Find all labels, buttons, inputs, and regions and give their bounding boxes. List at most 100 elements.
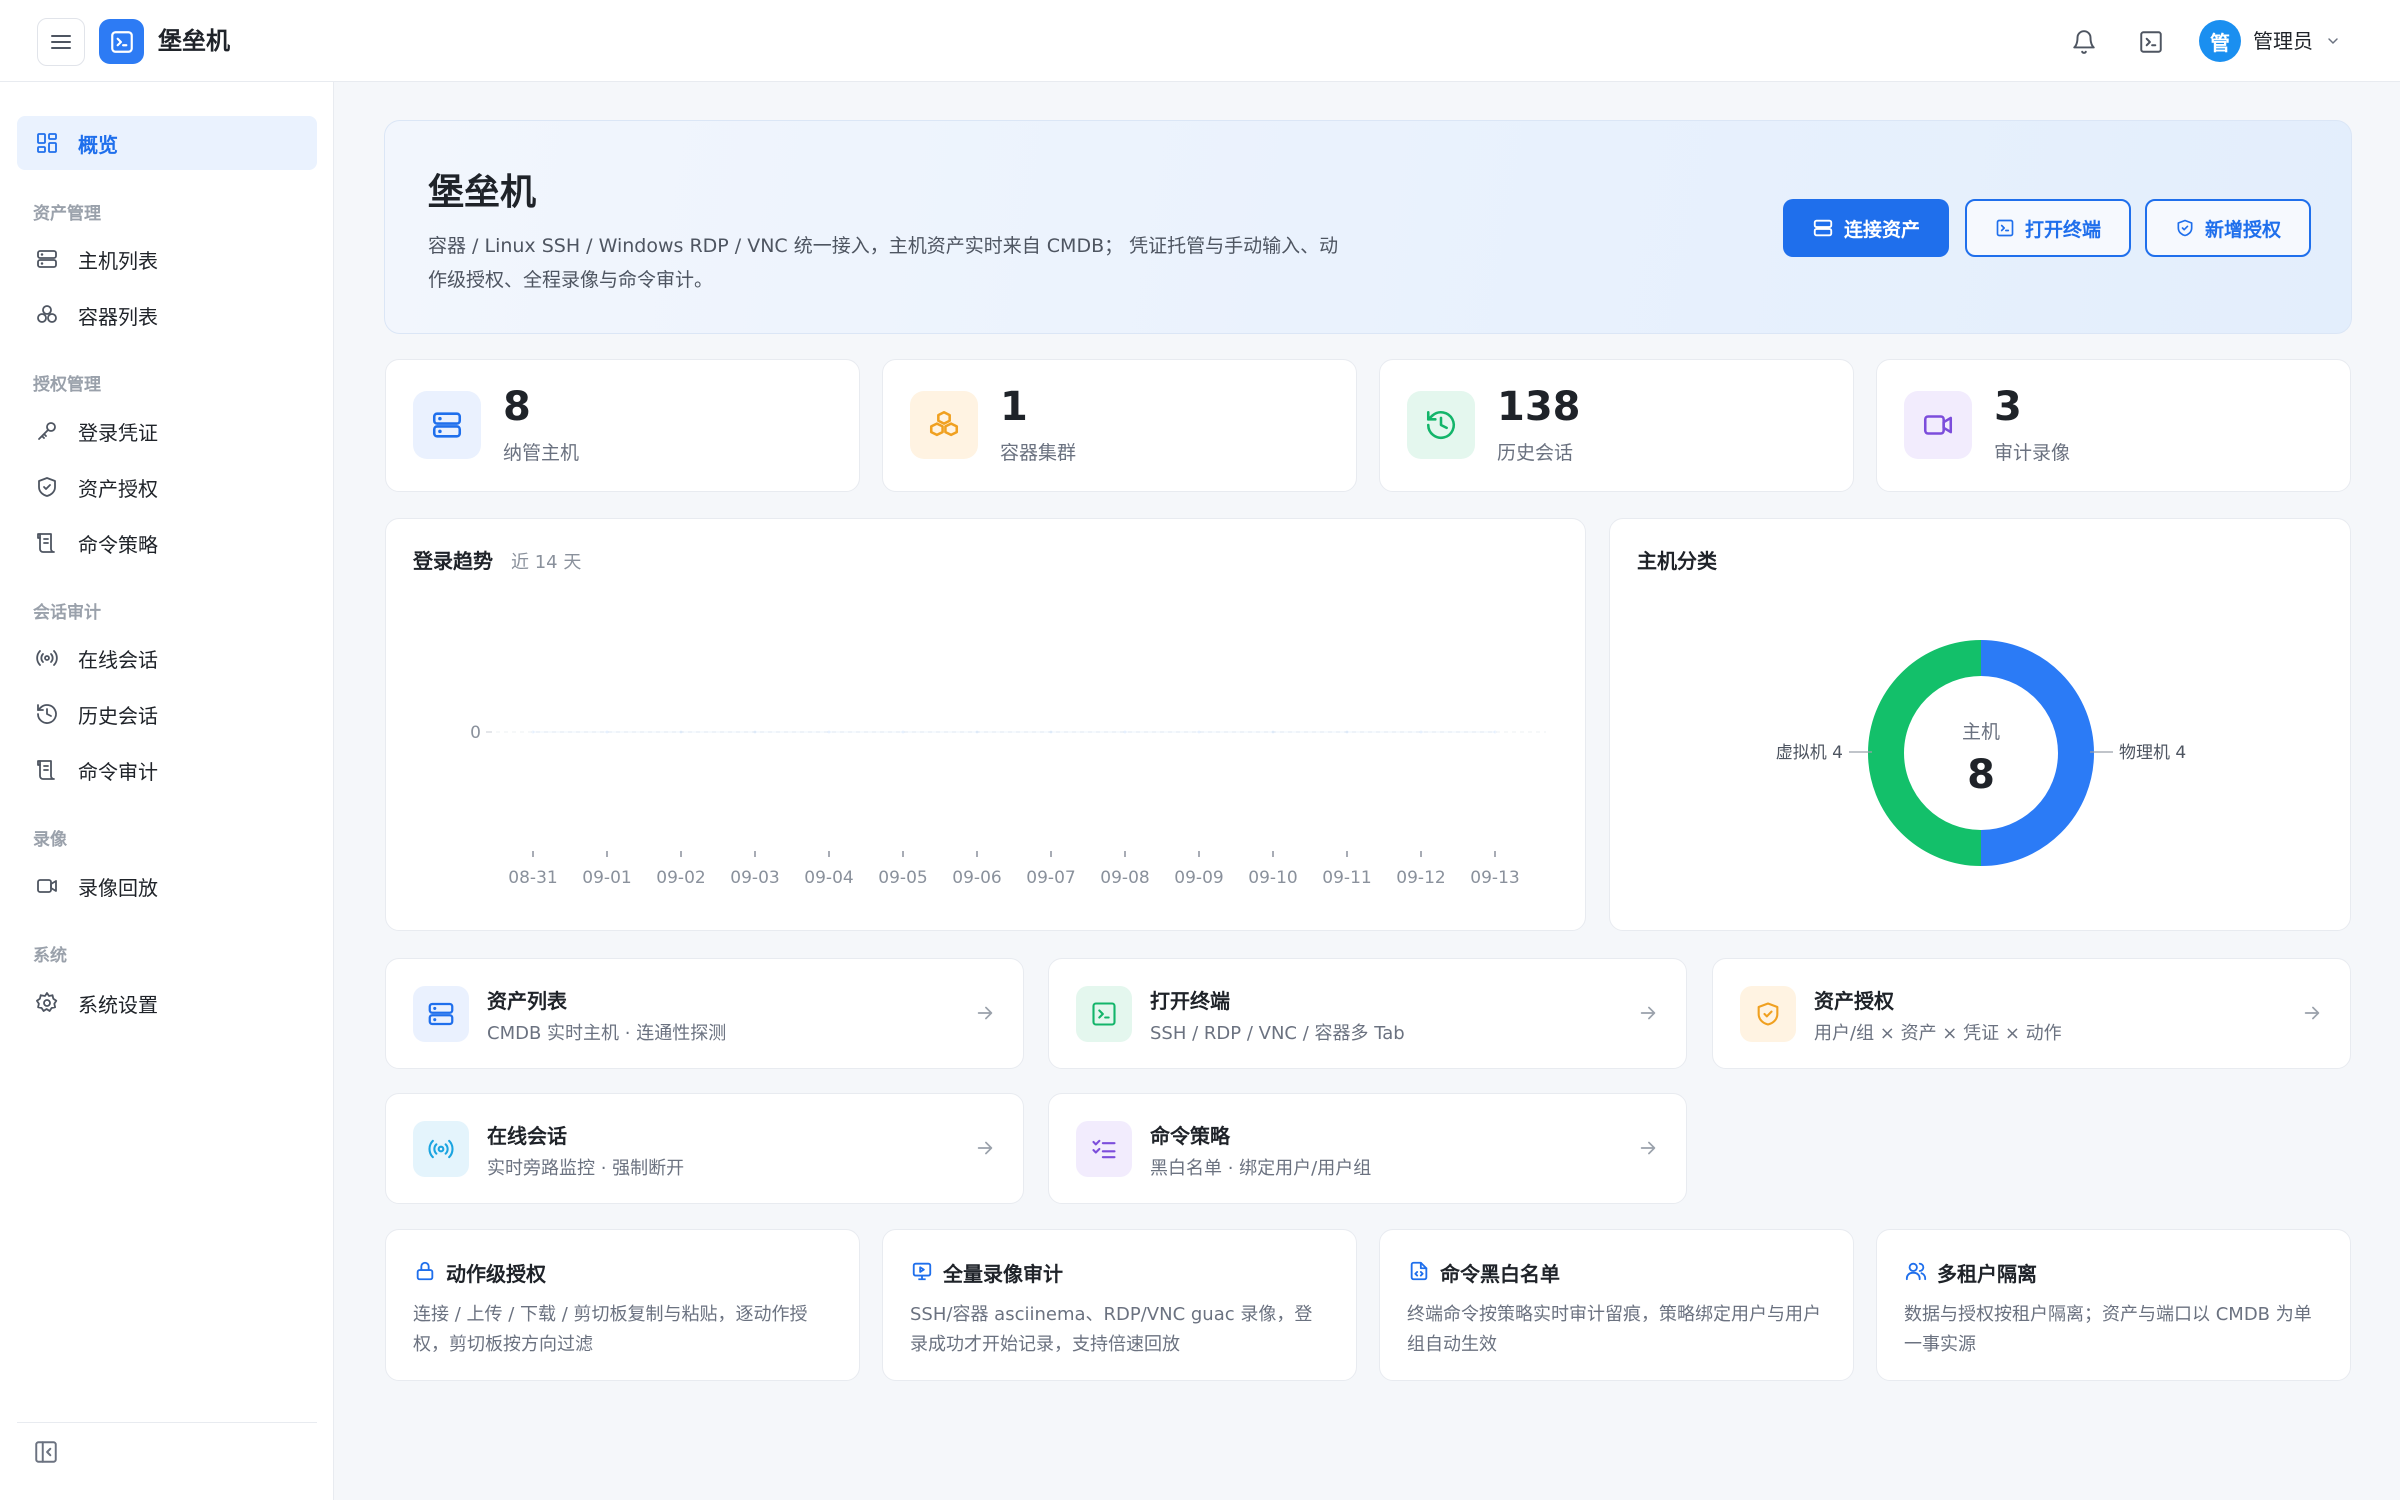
quicklink-cmd-policy[interactable]: 命令策略 黑白名单 · 绑定用户/用户组	[1048, 1093, 1687, 1204]
server-icon	[34, 246, 60, 272]
quicklink-title: 资产列表	[487, 989, 567, 1013]
stat-card-hosts[interactable]: 8 纳管主机	[385, 359, 860, 492]
host-category-chart: 主机 8 虚拟机 4 物理机 4	[1776, 640, 2186, 866]
open-terminal-label: 打开终端	[2024, 218, 2101, 241]
nav-group-system: 系统	[33, 946, 67, 966]
x-tick-label: 09-12	[1396, 868, 1445, 888]
menu-toggle-button[interactable]	[37, 18, 85, 66]
sidebar-item-label: 概览	[78, 132, 118, 157]
stat-value: 138	[1497, 384, 1581, 430]
sidebar-item-label: 登录凭证	[78, 420, 158, 445]
sidebar-item-label: 主机列表	[78, 248, 158, 273]
app-title: 堡垒机	[158, 27, 230, 55]
user-name[interactable]: 管理员	[2253, 28, 2313, 54]
stat-value: 8	[503, 384, 531, 430]
sidebar-item-credential[interactable]: 登录凭证	[17, 404, 317, 458]
feature-description: 终端命令按策略实时审计留痕，策略绑定用户与用户组自动生效	[1407, 1304, 1821, 1355]
monitor-play-icon	[910, 1259, 934, 1283]
nav-group-auth: 授权管理	[33, 375, 101, 395]
quicklink-subtitle: SSH / RDP / VNC / 容器多 Tab	[1150, 1023, 1405, 1044]
stat-label: 容器集群	[1000, 442, 1077, 464]
nav-group-session: 会话审计	[33, 603, 101, 623]
data-point	[1271, 730, 1275, 734]
boxes-icon	[34, 302, 60, 328]
sidebar-item-asset-auth[interactable]: 资产授权	[17, 460, 317, 514]
add-auth-button[interactable]: 新增授权	[2145, 199, 2311, 257]
sidebar-item-history-session[interactable]: 历史会话	[17, 687, 317, 741]
data-point	[605, 730, 609, 734]
quicklink-open-terminal[interactable]: 打开终端 SSH / RDP / VNC / 容器多 Tab	[1048, 958, 1687, 1069]
history-icon	[1407, 391, 1475, 459]
quicklink-subtitle: CMDB 实时主机 · 连通性探测	[487, 1023, 727, 1044]
x-tick-label: 09-10	[1248, 868, 1297, 888]
data-point	[1419, 730, 1423, 734]
sidebar-collapse-icon[interactable]	[33, 1439, 59, 1465]
server-icon	[413, 986, 469, 1042]
x-tick-label: 09-01	[582, 868, 631, 888]
quicklink-subtitle: 用户/组 × 资产 × 凭证 × 动作	[1814, 1023, 2062, 1044]
sidebar-divider	[17, 1422, 317, 1423]
stat-card-clusters[interactable]: 1 容器集群	[882, 359, 1357, 492]
stat-value: 1	[1000, 384, 1028, 430]
bell-icon	[2073, 30, 2095, 54]
sidebar-item-label: 录像回放	[78, 875, 158, 900]
app-logo[interactable]	[99, 19, 144, 64]
quicklink-asset-list[interactable]: 资产列表 CMDB 实时主机 · 连通性探测	[385, 958, 1024, 1069]
open-terminal-button[interactable]: 打开终端	[1965, 199, 2131, 257]
connect-asset-button[interactable]: 连接资产	[1783, 199, 1949, 257]
data-point	[1049, 730, 1053, 734]
quicklink-subtitle: 实时旁路监控 · 强制断开	[487, 1158, 685, 1179]
arrow-right-icon	[977, 1006, 993, 1020]
boxes-icon	[910, 391, 978, 459]
feature-title: 多租户隔离	[1937, 1262, 2037, 1286]
x-tick-label: 09-13	[1470, 868, 1519, 888]
sidebar-item-overview[interactable]: 概览	[17, 116, 317, 170]
feature-title: 全量录像审计	[943, 1262, 1063, 1286]
server-icon	[413, 391, 481, 459]
terminal-shortcut-button[interactable]	[2133, 24, 2169, 60]
video-icon	[1904, 391, 1972, 459]
quicklink-online-session[interactable]: 在线会话 实时旁路监控 · 强制断开	[385, 1093, 1024, 1204]
data-point	[679, 730, 683, 734]
feature-title: 命令黑白名单	[1440, 1262, 1560, 1286]
lock-icon	[413, 1259, 437, 1283]
x-tick-label: 09-05	[878, 868, 927, 888]
sidebar-item-label: 历史会话	[78, 703, 158, 728]
chevron-down-icon[interactable]	[2325, 33, 2341, 49]
arrow-right-icon	[977, 1141, 993, 1155]
scroll-icon	[34, 757, 60, 783]
x-tick-label: 09-11	[1322, 868, 1371, 888]
data-point	[1345, 730, 1349, 734]
host-category-panel: 主机分类 主机 8 虚拟机 4 物理机 4	[1609, 518, 2351, 931]
x-tick-label: 09-03	[730, 868, 779, 888]
quicklink-title: 在线会话	[487, 1124, 567, 1148]
sidebar-item-container-list[interactable]: 容器列表	[17, 288, 317, 342]
sidebar-item-settings[interactable]: 系统设置	[17, 976, 317, 1030]
data-point	[1123, 730, 1127, 734]
x-tick-label: 09-02	[656, 868, 705, 888]
sidebar-item-label: 系统设置	[78, 992, 158, 1017]
slice-label: 虚拟机 4	[1776, 743, 1843, 763]
feature-description: 数据与授权按租户隔离；资产与端口以 CMDB 为单一事实源	[1904, 1304, 2312, 1355]
quicklink-subtitle: 黑白名单 · 绑定用户/用户组	[1150, 1158, 1372, 1179]
y-tick-label: 0	[470, 723, 481, 743]
sidebar-item-cmd-policy[interactable]: 命令策略	[17, 516, 317, 570]
sidebar: 概览 资产管理 主机列表 容器列表 授权管理 登录凭证 资产授权 命令策略 会话…	[0, 82, 334, 1500]
quicklink-asset-auth[interactable]: 资产授权 用户/组 × 资产 × 凭证 × 动作	[1712, 958, 2351, 1069]
users-icon	[1904, 1259, 1928, 1283]
stat-card-recordings[interactable]: 3 审计录像	[1876, 359, 2351, 492]
feature-card-tenant: 多租户隔离 数据与授权按租户隔离；资产与端口以 CMDB 为单一事实源	[1876, 1229, 2351, 1381]
sidebar-item-online-session[interactable]: 在线会话	[17, 631, 317, 685]
sidebar-item-cmd-audit[interactable]: 命令审计	[17, 743, 317, 797]
sidebar-item-replay[interactable]: 录像回放	[17, 859, 317, 913]
sidebar-item-host-list[interactable]: 主机列表	[17, 232, 317, 286]
login-trend-chart: 0 08-31 09-01 09-02 09-03 09-04 09-05 09-06 09-0…	[470, 723, 1546, 888]
data-point	[827, 730, 831, 734]
notification-button[interactable]	[2066, 24, 2102, 60]
server-icon	[1813, 219, 1833, 237]
stat-label: 审计录像	[1994, 442, 2071, 464]
user-avatar[interactable]: 管	[2199, 20, 2241, 62]
stat-card-sessions[interactable]: 138 历史会话	[1379, 359, 1854, 492]
nav-group-record: 录像	[33, 830, 67, 850]
sidebar-item-label: 命令审计	[78, 759, 158, 784]
